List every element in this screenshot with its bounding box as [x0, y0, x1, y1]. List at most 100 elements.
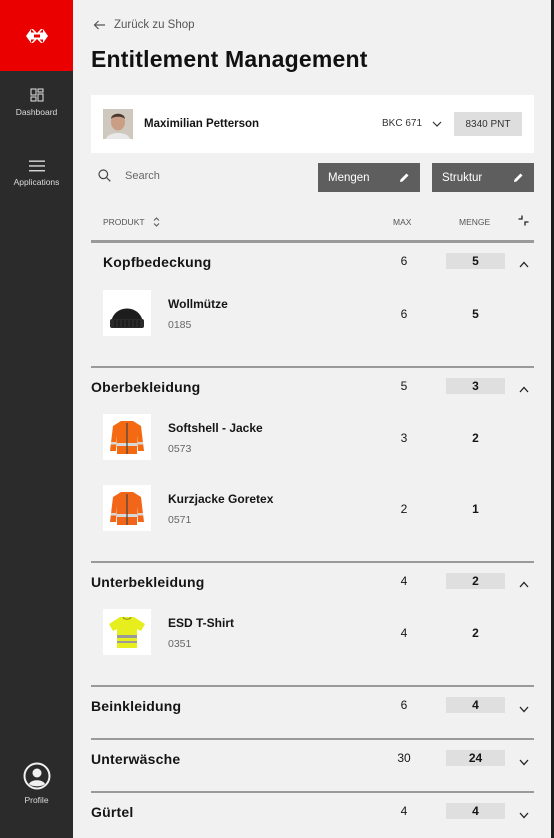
- yellow-tshirt-icon: [109, 616, 145, 648]
- orange-jacket-icon: [110, 492, 144, 525]
- expand-category-button[interactable]: [519, 700, 529, 718]
- category-menge: 5: [446, 253, 505, 269]
- nav-profile[interactable]: Profile: [0, 762, 73, 805]
- struktur-label: Struktur: [442, 171, 483, 184]
- mengen-label: Mengen: [328, 171, 370, 184]
- account-value: BKC 671: [382, 118, 423, 129]
- product-sku: 0573: [168, 443, 192, 455]
- list-item[interactable]: Softshell - Jacke 0573 3 2: [91, 414, 534, 464]
- category-menge: 3: [446, 378, 505, 394]
- product-name: Wollmütze: [168, 297, 228, 311]
- col-menge-label: MENGE: [459, 217, 491, 227]
- chevron-up-icon: [519, 261, 529, 268]
- expand-category-button[interactable]: [519, 806, 529, 824]
- product-max: 3: [400, 431, 408, 445]
- col-product-label: PRODUKT: [103, 217, 145, 227]
- avatar: [103, 109, 133, 139]
- orange-jacket-icon: [110, 421, 144, 454]
- category-title: Kopfbedeckung: [103, 254, 212, 270]
- category-title: Oberbekleidung: [91, 379, 201, 395]
- category-menge: 24: [446, 750, 505, 766]
- edit-mengen-button[interactable]: Mengen: [318, 163, 420, 192]
- category-guertel[interactable]: Gürtel 4 4: [91, 791, 534, 838]
- category-unterbekleidung: Unterbekleidung 4 2 ESD T-Shirt 0351 4 2: [91, 561, 534, 685]
- page-title: Entitlement Management: [91, 46, 368, 72]
- pencil-icon: [514, 173, 523, 182]
- search-placeholder: Search: [125, 169, 160, 182]
- product-image: [103, 290, 151, 336]
- product-image: [103, 485, 151, 531]
- collapse-category-button[interactable]: [519, 255, 529, 273]
- table-header: PRODUKT MAX MENGE: [91, 213, 534, 241]
- chevron-up-icon: [519, 386, 529, 393]
- user-card: Maximilian Petterson BKC 671 8340 PNT: [91, 95, 534, 153]
- category-title: Beinkleidung: [91, 698, 182, 714]
- category-unterwaesche[interactable]: Unterwäsche 30 24: [91, 738, 534, 791]
- product-menge: 1: [472, 502, 479, 516]
- category-menge: 4: [446, 697, 505, 713]
- sbb-logo[interactable]: [0, 0, 73, 71]
- divider: [91, 791, 534, 793]
- nav-dashboard-label: Dashboard: [15, 107, 58, 117]
- beanie-icon: [110, 308, 144, 328]
- category-title: Gürtel: [91, 804, 134, 820]
- category-oberbekleidung: Oberbekleidung 5 3 Softshell - Jacke 057…: [91, 366, 534, 561]
- arrow-left-icon: [93, 20, 105, 30]
- divider: [91, 366, 534, 368]
- list-item[interactable]: ESD T-Shirt 0351 4 2: [91, 609, 534, 659]
- category-menge: 4: [446, 803, 505, 819]
- list-item[interactable]: Kurzjacke Goretex 0571 2 1: [91, 485, 534, 535]
- sort-icon: [153, 217, 159, 227]
- divider: [91, 241, 534, 243]
- nav-profile-label: Profile: [24, 795, 49, 805]
- product-sku: 0351: [168, 638, 192, 650]
- product-sku: 0185: [168, 319, 192, 331]
- category-max: 30: [397, 751, 411, 765]
- user-photo-icon: [103, 109, 133, 139]
- product-max: 4: [400, 626, 408, 640]
- nav-applications[interactable]: Applications: [0, 160, 73, 187]
- category-title: Unterbekleidung: [91, 574, 205, 590]
- category-max: 5: [400, 379, 408, 393]
- chevron-down-icon: [519, 706, 529, 713]
- nav-applications-label: Applications: [13, 177, 60, 187]
- product-max: 6: [400, 307, 408, 321]
- product-sku: 0571: [168, 514, 192, 526]
- product-menge: 2: [472, 626, 479, 640]
- chevron-down-icon: [432, 121, 442, 127]
- nav-dashboard[interactable]: Dashboard: [0, 88, 73, 117]
- search-input[interactable]: Search: [98, 169, 160, 182]
- profile-icon: [23, 762, 50, 790]
- category-max: 4: [400, 574, 408, 588]
- account-select[interactable]: BKC 671: [382, 118, 442, 129]
- sbb-logo-icon: [25, 28, 48, 43]
- category-max: 4: [400, 804, 408, 818]
- search-icon: [98, 169, 111, 182]
- chevron-down-icon: [519, 812, 529, 819]
- user-name: Maximilian Petterson: [144, 118, 260, 130]
- back-to-shop-link[interactable]: Zurück zu Shop: [93, 19, 195, 31]
- divider: [91, 685, 534, 687]
- collapse-category-button[interactable]: [519, 575, 529, 593]
- collapse-category-button[interactable]: [519, 380, 529, 398]
- list-item[interactable]: Wollmütze 0185 6 5: [91, 290, 534, 340]
- product-image: [103, 414, 151, 460]
- product-name: ESD T-Shirt: [168, 616, 235, 630]
- product-menge: 2: [472, 431, 479, 445]
- points-badge: 8340 PNT: [454, 112, 522, 136]
- product-name: Kurzjacke Goretex: [168, 492, 274, 506]
- back-label: Zurück zu Shop: [114, 19, 195, 31]
- sort-produkt-header[interactable]: PRODUKT: [103, 217, 160, 227]
- sidebar: Dashboard Applications Profile: [0, 0, 73, 838]
- divider: [91, 738, 534, 740]
- category-kopfbedeckung: Kopfbedeckung 6 5 Wollmütze 0185 6 5: [91, 241, 534, 366]
- expand-category-button[interactable]: [519, 753, 529, 771]
- collapse-all-button[interactable]: [518, 215, 529, 228]
- category-beinkleidung[interactable]: Beinkleidung 6 4: [91, 685, 534, 738]
- category-max: 6: [400, 698, 408, 712]
- chevron-down-icon: [519, 759, 529, 766]
- product-image: [103, 609, 151, 655]
- edit-struktur-button[interactable]: Struktur: [432, 163, 534, 192]
- product-max: 2: [400, 502, 408, 516]
- chevron-up-icon: [519, 581, 529, 588]
